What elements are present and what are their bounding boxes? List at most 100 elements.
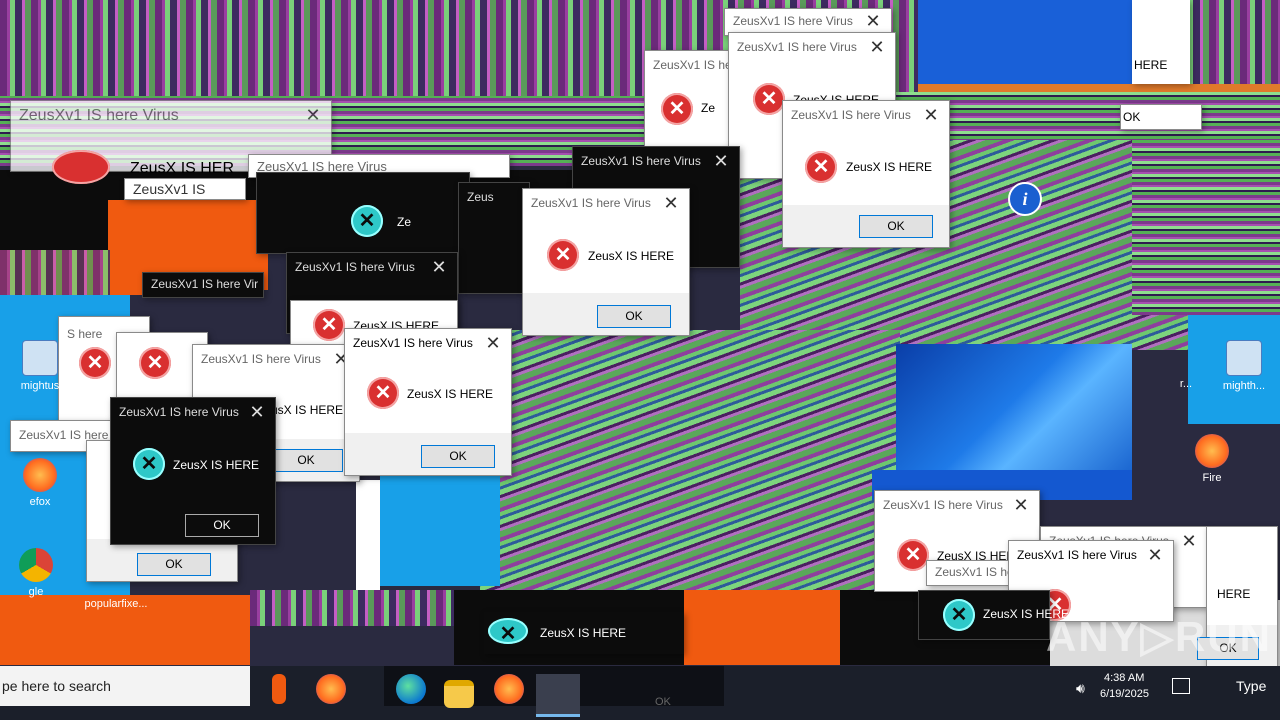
error-icon: ✕: [79, 347, 111, 379]
clock-date: 6/19/2025: [1100, 688, 1149, 700]
close-icon[interactable]: ✕: [865, 35, 889, 59]
close-icon[interactable]: ✕: [919, 103, 943, 127]
virus-dialog: ✕ Ze: [256, 172, 470, 254]
close-icon[interactable]: ✕: [709, 149, 733, 173]
ghost-message-text: ZeusX IS HER: [130, 160, 235, 177]
file-icon: [99, 560, 133, 594]
file-explorer-icon[interactable]: [444, 680, 474, 708]
search-placeholder: pe here to search: [2, 678, 111, 694]
virus-dialog: ✕ ZeusX IS HERE: [918, 590, 1069, 640]
virus-dialog: ZeusXv1 IS here Virus ✕ ✕ ZeusX IS HERE …: [522, 188, 690, 336]
ghost-error-icon: [52, 150, 110, 184]
type-label: Type: [1236, 678, 1267, 694]
dialog-message: ZeusX IS HERE: [407, 387, 494, 401]
chrome-icon: [19, 548, 53, 582]
error-icon: ✕: [367, 377, 399, 409]
dialog-message: Ze: [397, 215, 412, 229]
virus-dialog-partial: OK: [1120, 104, 1202, 130]
error-icon: ✕: [488, 618, 528, 645]
firefox-icon: [23, 458, 57, 492]
error-icon: ✕: [547, 239, 579, 271]
active-window-icon[interactable]: [536, 674, 580, 717]
virus-dialog: ✕ ZeusX IS HERE: [484, 612, 684, 654]
desktop-icon-firefox[interactable]: efox: [8, 458, 72, 508]
close-icon[interactable]: ✕: [861, 9, 885, 33]
info-icon: i: [1008, 182, 1042, 216]
image-file-icon: [22, 340, 58, 376]
ghost-dialog-title: ZeusXv1 IS here Virus: [19, 107, 179, 124]
desktop-icon-popularfixe[interactable]: popularfixe...: [76, 560, 156, 610]
virus-dialog: ZeusXv1 IS here Virus ✕ ✕ ZeusX IS HERE …: [110, 397, 276, 545]
anyrun-watermark: ANY▷RUN: [1046, 613, 1272, 660]
close-icon: ✕: [305, 105, 321, 125]
dialog-title: S here: [67, 327, 103, 341]
dialog-title: ZeusXv1 IS here Virus: [531, 196, 651, 210]
dialog-message: ZeusX IS HERE: [540, 626, 627, 640]
ok-button[interactable]: OK: [185, 514, 259, 537]
firefox-icon: [1195, 434, 1229, 468]
dialog-message: ZeusX IS HERE: [173, 458, 260, 472]
dialog-title: Zeus: [467, 190, 494, 204]
ok-button[interactable]: OK: [421, 445, 495, 468]
firefox-taskbar-icon[interactable]: [494, 674, 524, 704]
dialog-title: ZeusXv1 IS here Virus: [353, 336, 473, 350]
close-icon[interactable]: ✕: [481, 331, 505, 355]
clock-time: 4:38 AM: [1104, 672, 1145, 684]
dialog-title: ZeusXv1 IS here Virus: [581, 154, 701, 168]
dialog-message-fragment: HERE: [1134, 58, 1168, 72]
desktop-icon-chrome[interactable]: gle: [4, 548, 68, 598]
volume-icon[interactable]: 🔊︎: [1076, 680, 1085, 697]
error-icon: ✕: [351, 205, 383, 237]
edge-icon[interactable]: [396, 674, 426, 704]
error-icon: ✕: [897, 539, 929, 571]
desktop-icon-mightus[interactable]: mightus: [8, 340, 72, 392]
virus-dialog: ZeusXv1 IS here Vir: [142, 272, 264, 298]
dialog-title: ZeusXv1 IS he: [653, 58, 732, 72]
taskbar-app-icon[interactable]: [272, 674, 286, 704]
close-icon[interactable]: ✕: [1177, 529, 1201, 553]
error-icon: ✕: [133, 448, 165, 480]
ok-fragment: OK: [1123, 110, 1141, 124]
desktop-icon-r[interactable]: r...: [1166, 340, 1206, 390]
error-icon: ✕: [943, 599, 975, 631]
dialog-title: ZeusXv1 IS here Virus: [201, 352, 321, 366]
ok-button[interactable]: OK: [597, 305, 671, 328]
dialog-title: ZeusXv1 IS here Virus: [733, 14, 853, 28]
error-icon: ✕: [139, 347, 171, 379]
error-icon: ✕: [753, 83, 785, 115]
ok-button[interactable]: OK: [269, 449, 343, 472]
virus-dialog: ZeusXv1 IS here Virus ✕ ✕ ZeusX IS HERE …: [344, 328, 512, 476]
file-icon: [1169, 340, 1203, 374]
taskbar: pe here to search OK: [0, 666, 1280, 720]
dialog-title: ZeusXv1 IS here Vir: [151, 277, 259, 291]
dialog-title: ZeusXv1 IS here Virus: [1017, 548, 1137, 562]
virus-dialog: ZeusXv1 IS here Virus ✕ ✕ ZeusX IS HERE …: [782, 100, 950, 248]
close-icon[interactable]: ✕: [427, 255, 451, 279]
dialog-title: ZeusXv1 IS here Virus: [791, 108, 911, 122]
dialog-title: ZeusXv1 IS here Virus: [295, 260, 415, 274]
close-icon[interactable]: ✕: [245, 400, 269, 424]
taskbar-ghost-ok: OK: [655, 696, 671, 708]
close-icon[interactable]: ✕: [1009, 493, 1033, 517]
error-icon: ✕: [805, 151, 837, 183]
desktop-icon-firefox-right[interactable]: Fire: [1180, 434, 1244, 484]
close-icon[interactable]: ✕: [1143, 543, 1167, 567]
taskbar-search-box[interactable]: pe here to search: [0, 666, 250, 706]
dialog-title: ZeusXv1 IS here Virus: [737, 40, 857, 54]
firefox-taskbar-icon[interactable]: [316, 674, 346, 704]
virus-dialog: ZeusXv1 IS he ✕ Ze: [644, 50, 736, 152]
dialog-title: ZeusXv1 IS here Virus: [119, 405, 239, 419]
error-icon: ✕: [661, 93, 693, 125]
dialog-message: Ze: [701, 101, 716, 115]
desktop-icon-mighth[interactable]: mighth...: [1212, 340, 1276, 392]
dialog-title: ZeusXv1 IS here Virus: [883, 498, 1003, 512]
notification-icon[interactable]: [1172, 678, 1190, 694]
error-icon: ✕: [313, 309, 345, 341]
close-icon[interactable]: ✕: [659, 191, 683, 215]
virus-dialog-partial: HERE: [1132, 0, 1190, 84]
dialog-message: ZeusX IS HERE: [846, 160, 933, 174]
ok-button[interactable]: OK: [859, 215, 933, 238]
image-file-icon: [1226, 340, 1262, 376]
dialog-message-fragment: HERE: [1217, 587, 1251, 601]
dialog-message: ZeusX IS HERE: [588, 249, 675, 263]
